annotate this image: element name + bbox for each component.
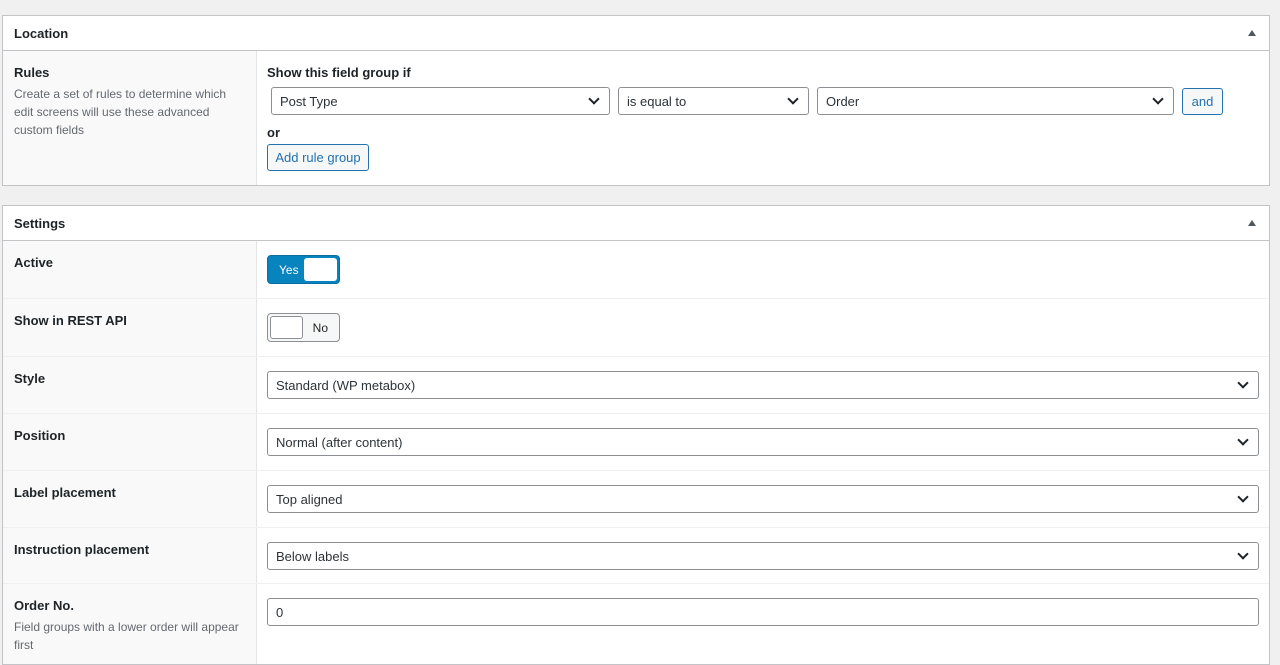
instruction-placement-row: Instruction placement Below labels: [3, 528, 1269, 584]
instruction-placement-select[interactable]: Below labels: [267, 542, 1259, 570]
style-label: Style: [14, 371, 46, 386]
switch-knob: [270, 316, 303, 339]
rule-value-value: Order: [826, 93, 860, 109]
location-title: Location: [14, 25, 69, 41]
label-placement-input-cell: Top aligned: [257, 471, 1269, 527]
style-row: Style Standard (WP metabox): [3, 357, 1269, 414]
active-label-cell: Active: [3, 241, 257, 298]
location-header[interactable]: Location: [3, 16, 1269, 51]
label-placement-label: Label placement: [14, 485, 116, 500]
label-placement-select[interactable]: Top aligned: [267, 485, 1259, 513]
rest-api-label: Show in REST API: [14, 313, 127, 328]
active-switch-text: Yes: [279, 262, 299, 277]
show-if-label: Show this field group if: [267, 65, 411, 80]
order-no-label-cell: Order No. Field groups with a lower orde…: [3, 584, 257, 664]
collapse-triangle-up-icon[interactable]: [1248, 30, 1256, 36]
rules-description: Create a set of rules to determine which…: [14, 87, 227, 137]
chevron-down-icon: [588, 93, 600, 105]
style-select[interactable]: Standard (WP metabox): [267, 371, 1259, 399]
rule-operator-select[interactable]: is equal to: [618, 87, 809, 115]
label-placement-row: Label placement Top aligned: [3, 471, 1269, 528]
rules-label-cell: Rules Create a set of rules to determine…: [3, 51, 257, 185]
rest-api-switch-text: No: [312, 320, 328, 335]
active-toggle-switch[interactable]: Yes: [267, 255, 340, 284]
rules-input-cell: Show this field group if Post Type is eq…: [257, 51, 1269, 185]
instruction-placement-label: Instruction placement: [14, 542, 150, 557]
position-label: Position: [14, 428, 66, 443]
settings-postbox: Settings Active Yes Show in REST API No: [2, 205, 1270, 665]
order-no-label: Order No.: [14, 598, 74, 613]
rest-api-input-cell: No: [257, 299, 1269, 356]
switch-knob: [304, 258, 337, 281]
active-row: Active Yes: [3, 241, 1269, 299]
and-button[interactable]: and: [1182, 87, 1223, 115]
rule-value-select[interactable]: Order: [817, 87, 1174, 115]
instruction-placement-input-cell: Below labels: [257, 528, 1269, 583]
rest-api-label-cell: Show in REST API: [3, 299, 257, 356]
add-rule-group-button[interactable]: Add rule group: [267, 144, 369, 171]
rest-api-toggle-switch[interactable]: No: [267, 313, 340, 342]
chevron-down-icon: [1237, 548, 1249, 560]
position-input-cell: Normal (after content): [257, 414, 1269, 470]
instruction-placement-value: Below labels: [276, 548, 349, 564]
settings-title: Settings: [14, 215, 66, 231]
label-placement-label-cell: Label placement: [3, 471, 257, 527]
order-no-input[interactable]: 0: [267, 598, 1259, 626]
style-label-cell: Style: [3, 357, 257, 413]
position-row: Position Normal (after content): [3, 414, 1269, 471]
chevron-down-icon: [787, 93, 799, 105]
style-input-cell: Standard (WP metabox): [257, 357, 1269, 413]
chevron-down-icon: [1237, 377, 1249, 389]
rules-label: Rules: [14, 65, 50, 80]
order-no-input-cell: 0: [257, 584, 1269, 664]
position-select[interactable]: Normal (after content): [267, 428, 1259, 456]
rule-line: Post Type is equal to Order and: [267, 87, 1259, 115]
order-no-description: Field groups with a lower order will app…: [14, 620, 239, 652]
collapse-triangle-up-icon[interactable]: [1248, 220, 1256, 226]
chevron-down-icon: [1237, 491, 1249, 503]
rule-param-value: Post Type: [280, 93, 338, 109]
settings-header[interactable]: Settings: [3, 206, 1269, 241]
rule-operator-value: is equal to: [627, 93, 687, 109]
chevron-down-icon: [1152, 93, 1164, 105]
position-label-cell: Position: [3, 414, 257, 470]
active-input-cell: Yes: [257, 241, 1269, 298]
instruction-placement-label-cell: Instruction placement: [3, 528, 257, 583]
or-label: or: [267, 125, 280, 140]
rest-api-row: Show in REST API No: [3, 299, 1269, 357]
style-value: Standard (WP metabox): [276, 377, 416, 393]
position-value: Normal (after content): [276, 434, 403, 450]
rules-row: Rules Create a set of rules to determine…: [3, 51, 1269, 185]
label-placement-value: Top aligned: [276, 491, 343, 507]
rule-param-select[interactable]: Post Type: [271, 87, 610, 115]
active-label: Active: [14, 255, 54, 270]
location-postbox: Location Rules Create a set of rules to …: [2, 15, 1270, 186]
order-no-row: Order No. Field groups with a lower orde…: [3, 584, 1269, 664]
chevron-down-icon: [1237, 434, 1249, 446]
